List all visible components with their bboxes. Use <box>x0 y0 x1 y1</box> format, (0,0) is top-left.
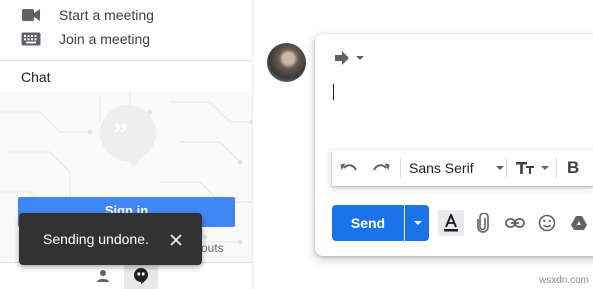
drive-icon <box>571 216 587 230</box>
font-name: Sans Serif <box>409 160 474 176</box>
people-tab[interactable] <box>92 265 114 287</box>
chevron-down-icon <box>541 166 549 170</box>
start-meeting-label: Start a meeting <box>59 7 154 23</box>
text-size-icon <box>516 162 534 174</box>
chevron-down-icon <box>495 166 504 170</box>
divider <box>0 60 252 61</box>
avatar <box>267 43 306 82</box>
text-size-button[interactable] <box>515 150 550 186</box>
start-meeting-item[interactable]: Start a meeting <box>20 4 154 26</box>
undo-icon <box>340 163 357 171</box>
chevron-down-icon <box>356 56 364 60</box>
chevron-down-icon <box>413 221 422 225</box>
formatting-toolbar: Sans Serif B <box>332 150 593 186</box>
send-button[interactable]: Send <box>332 205 404 241</box>
formatting-options-button[interactable] <box>438 210 464 236</box>
panel-divider <box>252 0 253 289</box>
insert-link-button[interactable] <box>502 210 528 236</box>
snackbar: Sending undone. <box>19 213 202 265</box>
snackbar-message: Sending undone. <box>43 231 149 247</box>
hangouts-icon <box>134 267 148 284</box>
reply-forward-icon <box>335 51 349 65</box>
link-icon <box>505 218 525 228</box>
text-cursor <box>333 84 334 100</box>
join-meeting-item[interactable]: Join a meeting <box>20 28 150 50</box>
hangouts-text: outs <box>201 241 224 255</box>
font-select[interactable]: Sans Serif <box>409 150 505 186</box>
send-options-button[interactable] <box>405 205 429 241</box>
redo-button[interactable] <box>372 150 390 186</box>
bold-button[interactable]: B <box>567 150 579 186</box>
redo-icon <box>373 163 390 171</box>
join-meeting-label: Join a meeting <box>59 31 151 47</box>
attach-icon <box>477 213 489 233</box>
drive-button[interactable] <box>566 210 592 236</box>
emoji-button[interactable] <box>534 210 560 236</box>
watermark: wsxdn.com <box>539 275 590 286</box>
keyboard-icon <box>20 30 42 48</box>
hangouts-logo <box>100 105 156 167</box>
close-icon[interactable] <box>165 229 187 251</box>
emoji-icon <box>538 214 556 232</box>
hangouts-tab[interactable] <box>124 262 158 289</box>
attach-button[interactable] <box>470 210 496 236</box>
quote-icon: ” <box>113 117 128 150</box>
videocam-icon <box>20 6 42 24</box>
undo-button[interactable] <box>340 150 358 186</box>
reply-type-dropdown[interactable] <box>334 51 365 65</box>
text-format-icon <box>444 214 458 232</box>
toolbar-separator <box>400 158 401 178</box>
toolbar-separator <box>506 158 507 178</box>
toolbar-separator <box>556 158 557 178</box>
chat-title: Chat <box>21 69 51 85</box>
person-icon <box>97 270 109 282</box>
